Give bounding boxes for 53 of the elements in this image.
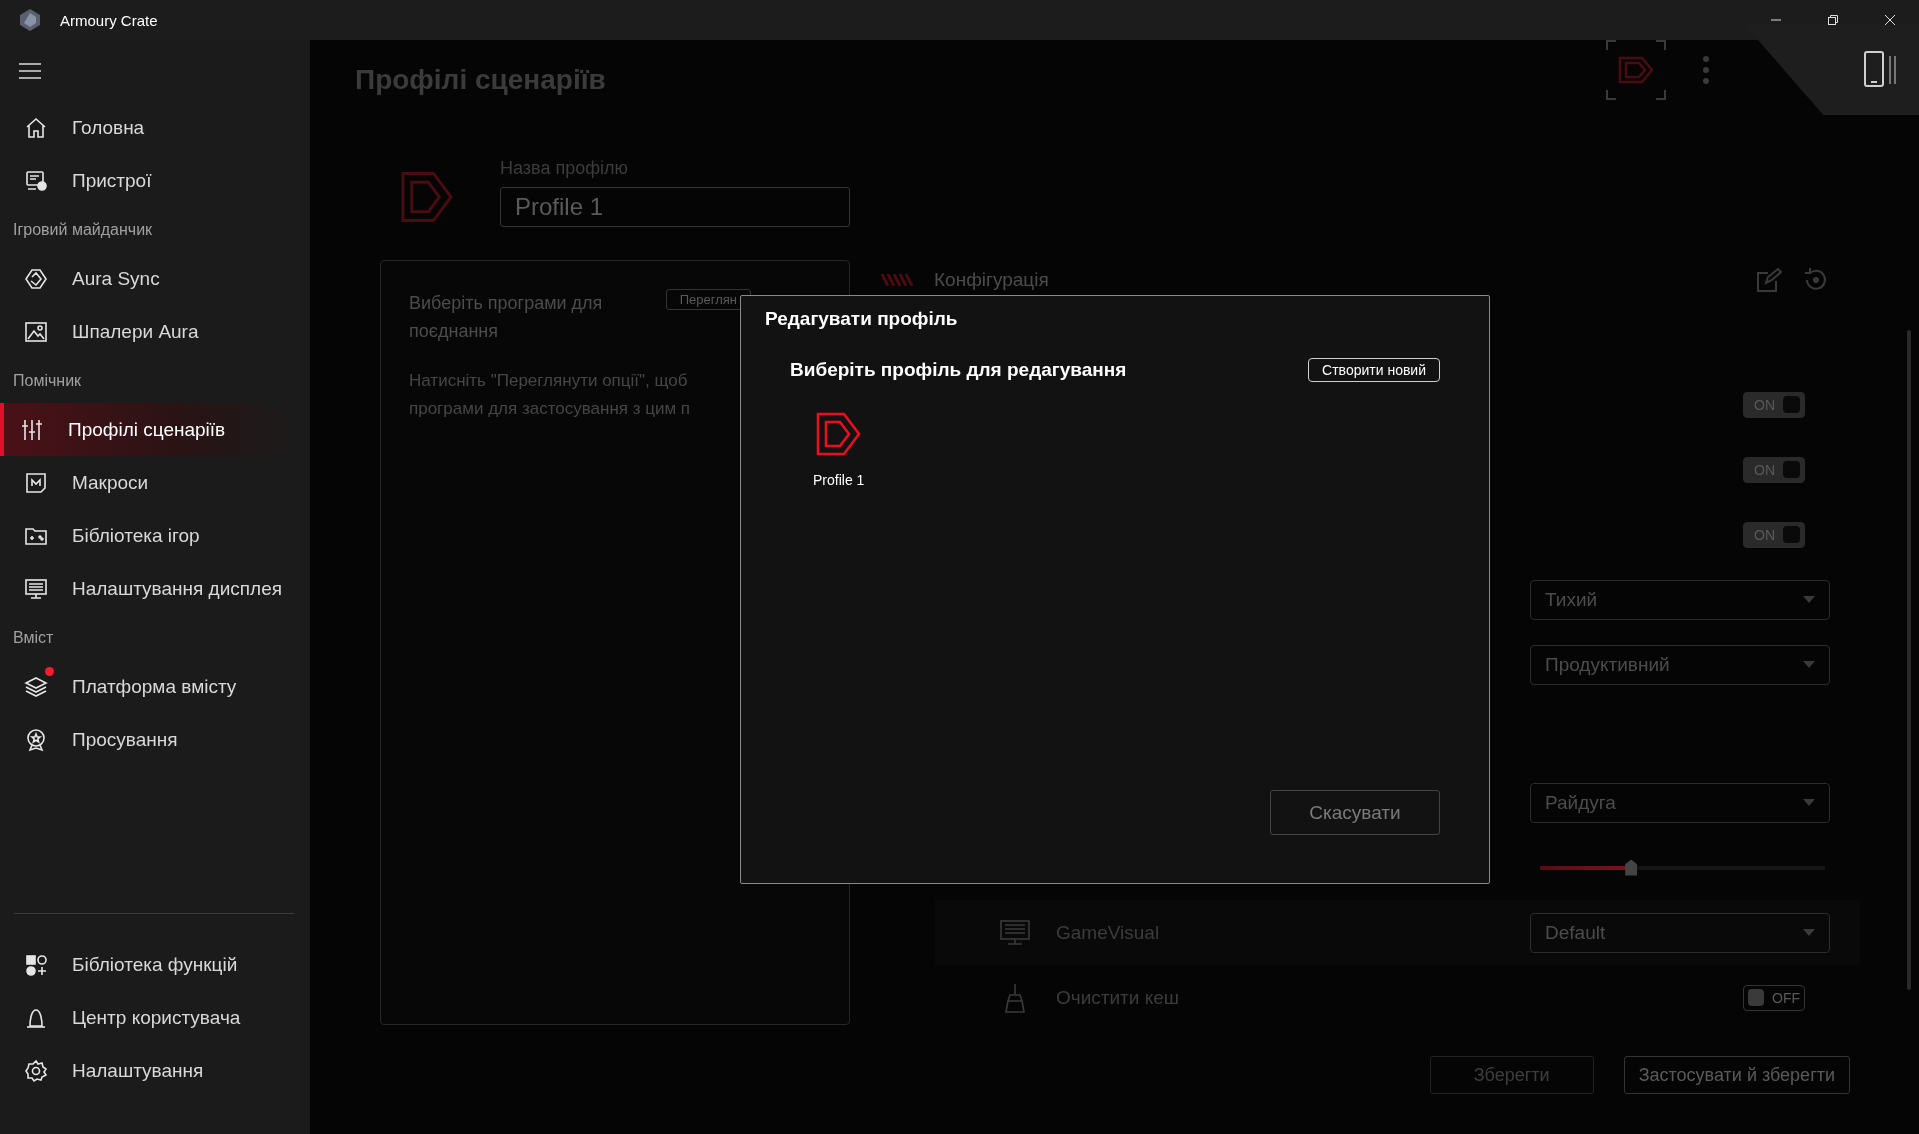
- app-logo-icon: [18, 8, 42, 32]
- macro-icon: [24, 470, 48, 495]
- hint-text: програми для застосування з цим п: [409, 398, 692, 420]
- sliders-icon: [20, 417, 44, 442]
- more-icon[interactable]: [1702, 55, 1710, 85]
- window-title: Armoury Crate: [60, 11, 158, 29]
- stripes-icon: [880, 274, 914, 286]
- sidebar-item[interactable]: Бібліотека ігор: [0, 509, 294, 562]
- award-icon: [24, 727, 48, 752]
- sidebar-item[interactable]: Налаштування: [0, 1044, 294, 1097]
- scrollbar[interactable]: [1907, 330, 1911, 990]
- home-icon: [24, 115, 48, 140]
- monitor-icon: [1000, 919, 1030, 946]
- sidebar-item[interactable]: Центр користувача: [0, 991, 294, 1044]
- display-icon: [24, 576, 48, 601]
- close-icon[interactable]: [1884, 14, 1896, 26]
- profile-name[interactable]: Profile 1: [813, 472, 865, 488]
- caret-icon: [1803, 798, 1815, 807]
- caret-icon: [1803, 928, 1815, 937]
- dialog-title: Редагувати профіль: [764, 307, 959, 330]
- create-new-button[interactable]: Створити новий: [1308, 358, 1440, 382]
- caret-icon: [1803, 595, 1815, 604]
- sidebar-item[interactable]: Aura Sync: [0, 252, 294, 305]
- wallpaper-icon: [24, 319, 48, 344]
- cancel-button[interactable]: Скасувати: [1270, 790, 1440, 835]
- sidebar-item[interactable]: Налаштування дисплея: [0, 562, 294, 615]
- section-label: Помічник: [12, 371, 83, 391]
- dialog-subtitle: Виберіть профіль для редагування: [790, 359, 1127, 381]
- menu-icon[interactable]: [19, 62, 41, 79]
- aura-icon: [24, 266, 48, 291]
- restore-icon[interactable]: [1827, 14, 1839, 26]
- sidebar-item[interactable]: Пристрої: [0, 154, 294, 207]
- edit-icon[interactable]: [1756, 267, 1782, 293]
- profile-frame-icon[interactable]: [1606, 40, 1666, 100]
- sidebar-item[interactable]: Шпалери Aura: [0, 305, 294, 358]
- profile-logo-icon[interactable]: [815, 412, 862, 456]
- features-icon: [24, 952, 48, 977]
- sidebar-item[interactable]: Платформа вмісту: [0, 660, 294, 713]
- sidebar-item[interactable]: Просування: [0, 713, 294, 766]
- profile-logo-icon: [400, 170, 455, 224]
- section-label: Ігровий майданчик: [12, 220, 154, 240]
- sidebar-item[interactable]: Головна: [0, 101, 294, 154]
- card-title: Виберіть програми для поєднання: [409, 292, 604, 343]
- sidebar-item[interactable]: Бібліотека функцій: [0, 938, 294, 991]
- slider[interactable]: [1540, 859, 1825, 876]
- sidebar-item[interactable]: Макроси: [0, 456, 294, 509]
- section-label: Вміст: [12, 628, 55, 648]
- caret-icon: [1803, 660, 1815, 669]
- section-title: Конфігурація: [934, 269, 1049, 291]
- layers-icon: [24, 674, 48, 699]
- gear-icon: [24, 1058, 48, 1083]
- slider-thumb[interactable]: [1625, 859, 1638, 876]
- devices-icon: [24, 168, 48, 193]
